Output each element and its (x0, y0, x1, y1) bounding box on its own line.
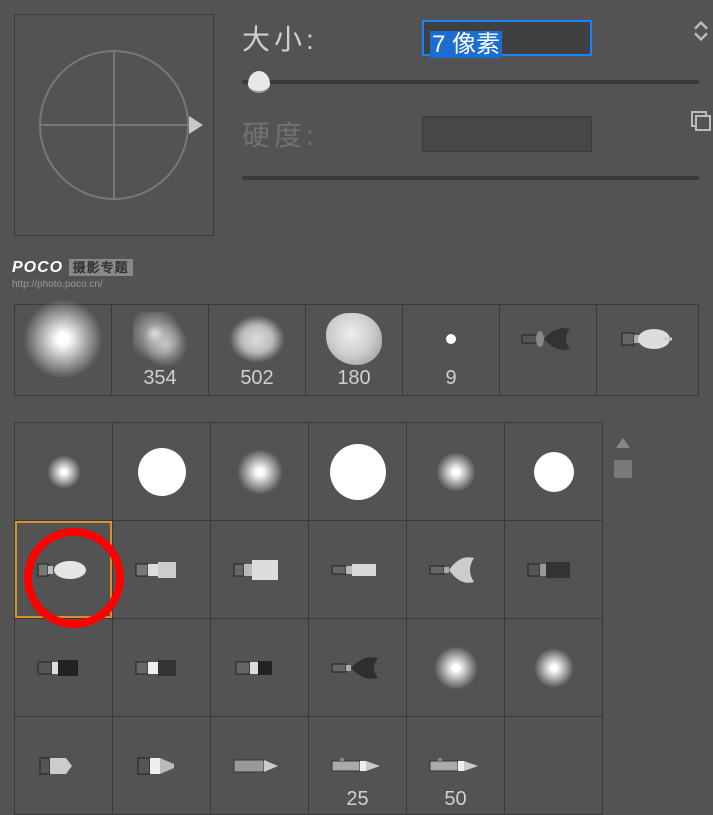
scroll-up-icon[interactable] (616, 438, 630, 448)
size-label: 大小: (242, 18, 422, 58)
bullet-brush-icon (614, 319, 678, 359)
angle-direction-arrow[interactable] (189, 116, 203, 134)
brush-cell-bullet[interactable] (15, 521, 112, 618)
angle-circle (39, 50, 189, 200)
marker-icon (32, 746, 96, 786)
size-input[interactable]: 7 像素 (422, 20, 592, 56)
flyout-menu-icon[interactable] (689, 16, 713, 46)
grid-scrollbar[interactable] (603, 422, 643, 812)
watermark-brand: POCO (12, 259, 63, 276)
preset-dot[interactable]: 9 (403, 305, 500, 395)
brush-cell-hard[interactable] (309, 423, 406, 520)
new-preset-icon[interactable] (689, 106, 713, 136)
flat-short-icon (228, 648, 292, 688)
angle-crosshair-v (113, 52, 115, 198)
flat-wide-icon (228, 550, 292, 590)
brush-cell-hard[interactable] (113, 423, 210, 520)
brush-cell-round-fan[interactable] (309, 619, 406, 716)
brush-cell-soft[interactable] (15, 423, 112, 520)
preset-bullet-brush[interactable] (597, 305, 694, 395)
soft-round-icon (237, 449, 283, 495)
scrollbar-thumb[interactable] (614, 460, 632, 478)
blob-icon (326, 313, 382, 365)
brush-angle-preview[interactable] (14, 14, 214, 236)
fan-brush-icon (516, 319, 580, 359)
brush-cell-flat-short[interactable] (211, 619, 308, 716)
brush-cell-soft[interactable] (407, 619, 504, 716)
brush-cell-soft[interactable] (505, 619, 602, 716)
brush-cell-hard[interactable] (505, 423, 602, 520)
brush-cell-flat-wide[interactable] (211, 521, 308, 618)
preset-splatter[interactable]: 354 (112, 305, 209, 395)
size-slider-thumb[interactable] (248, 71, 270, 93)
brush-cell-pencil-hex[interactable] (211, 717, 308, 814)
flat-dark-icon (522, 550, 586, 590)
round-fan-icon (326, 648, 390, 688)
flat-square-icon (32, 648, 96, 688)
hard-round-icon (138, 448, 186, 496)
soft-round-icon (434, 646, 478, 690)
pencil-hex-icon (228, 746, 292, 786)
brush-cell-pencil[interactable]: 50 (407, 717, 504, 814)
brush-cell-flat-thin[interactable] (309, 521, 406, 618)
brush-cell-flat-stub[interactable] (113, 521, 210, 618)
chalk-icon (229, 315, 285, 363)
soft-round-icon (47, 455, 81, 489)
preset-blob[interactable]: 180 (306, 305, 403, 395)
hardness-label: 硬度: (242, 114, 422, 154)
preset-fan-brush[interactable] (500, 305, 597, 395)
preset-soft-round[interactable] (15, 305, 112, 395)
marker2-icon (130, 746, 194, 786)
hard-round-icon (330, 444, 386, 500)
brush-cell-blank[interactable] (505, 717, 602, 814)
flat-thin-icon (326, 550, 390, 590)
recent-presets-row: 354 502 180 9 (14, 304, 699, 396)
brush-cell-pencil[interactable]: 25 (309, 717, 406, 814)
size-value: 7 像素 (430, 31, 502, 58)
brush-cell-flat-hl[interactable] (113, 619, 210, 716)
dot-icon (446, 334, 456, 344)
brush-cell-marker2[interactable] (113, 717, 210, 814)
watermark-tag: 摄影专题 (69, 259, 133, 276)
soft-round-icon (23, 299, 103, 379)
fan-icon (424, 550, 488, 590)
watermark-url: http://photo.poco.cn/ (12, 279, 133, 290)
brush-grid: 2550 (14, 422, 603, 815)
brush-cell-flat-dark[interactable] (505, 521, 602, 618)
brush-cell-soft[interactable] (407, 423, 504, 520)
splatter-icon (133, 312, 187, 366)
brush-cell-flat-square[interactable] (15, 619, 112, 716)
size-slider[interactable] (242, 80, 699, 84)
pencil-icon (326, 746, 390, 786)
flat-hl-icon (130, 648, 194, 688)
brush-cell-fan[interactable] (407, 521, 504, 618)
preset-chalk[interactable]: 502 (209, 305, 306, 395)
pencil-icon (424, 746, 488, 786)
hardness-input (422, 116, 592, 152)
brush-cell-marker[interactable] (15, 717, 112, 814)
soft-round-icon (534, 648, 574, 688)
hardness-slider (242, 176, 699, 180)
watermark: POCO 摄影专题 http://photo.poco.cn/ (12, 257, 133, 290)
bullet-icon (32, 550, 96, 590)
brush-cell-soft[interactable] (211, 423, 308, 520)
soft-round-icon (436, 452, 476, 492)
flat-stub-icon (130, 550, 194, 590)
hard-round-icon (534, 452, 574, 492)
